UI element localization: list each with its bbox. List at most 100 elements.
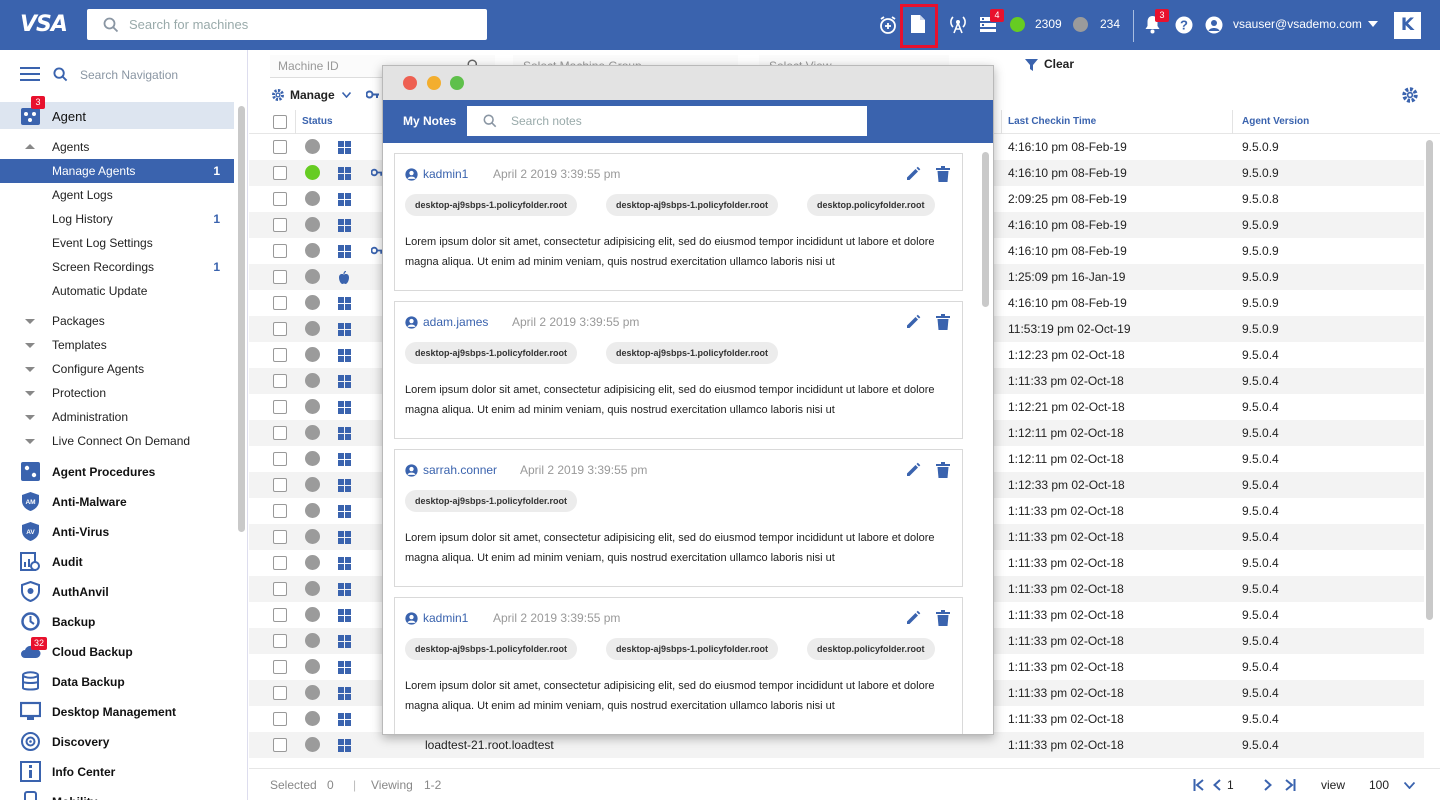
module-backup[interactable]: Backup xyxy=(0,607,234,637)
nav-item-event-log-settings[interactable]: Event Log Settings xyxy=(0,231,234,255)
notes-search-input[interactable] xyxy=(511,114,841,128)
note-card[interactable]: adam.james April 2 2019 3:39:55 pm desktop… xyxy=(394,301,963,439)
search-icon[interactable] xyxy=(53,67,68,82)
note-author[interactable]: sarrah.conner xyxy=(423,463,497,477)
delete-trash-icon[interactable] xyxy=(936,166,950,182)
machine-tag-chip[interactable]: desktop-aj9sbps-1.policyfolder.root xyxy=(606,342,779,364)
delete-trash-icon[interactable] xyxy=(936,314,950,330)
machine-tag-chip[interactable]: desktop-aj9sbps-1.policyfolder.root xyxy=(606,194,779,216)
row-checkbox[interactable] xyxy=(273,582,287,596)
row-checkbox[interactable] xyxy=(273,660,287,674)
note-card[interactable]: sarrah.conner April 2 2019 3:39:55 pm desk… xyxy=(394,449,963,587)
row-checkbox[interactable] xyxy=(273,452,287,466)
row-checkbox[interactable] xyxy=(273,426,287,440)
nav-item-agent-logs[interactable]: Agent Logs xyxy=(0,183,234,207)
row-checkbox[interactable] xyxy=(273,270,287,284)
module-anti-malware[interactable]: AM Anti-Malware xyxy=(0,487,234,517)
manage-menu-button[interactable]: Manage xyxy=(290,88,335,102)
column-header-last-checkin[interactable]: Last Checkin Time xyxy=(1008,116,1096,127)
module-desktop-management[interactable]: Desktop Management xyxy=(0,697,234,727)
row-checkbox[interactable] xyxy=(273,140,287,154)
username-label[interactable]: vsauser@vsademo.com xyxy=(1233,17,1362,31)
nav-folder-administration[interactable]: Administration xyxy=(0,405,234,429)
module-anti-virus[interactable]: AV Anti-Virus xyxy=(0,517,234,547)
grid-scrollbar[interactable] xyxy=(1426,140,1433,620)
filter-funnel-icon[interactable] xyxy=(1025,59,1038,72)
nav-item-log-history[interactable]: Log History 1 xyxy=(0,207,234,231)
window-close-button[interactable] xyxy=(403,76,417,90)
help-icon[interactable]: ? xyxy=(1175,16,1193,34)
row-checkbox[interactable] xyxy=(273,686,287,700)
user-avatar-icon[interactable] xyxy=(1205,16,1223,34)
nav-item-manage-agents[interactable]: Manage Agents 1 xyxy=(0,159,234,183)
sidebar-scrollbar[interactable] xyxy=(238,106,245,532)
machine-tag-chip[interactable]: desktop-aj9sbps-1.policyfolder.root xyxy=(405,194,578,216)
machine-tag-chip[interactable]: desktop-aj9sbps-1.policyfolder.root xyxy=(405,490,578,512)
machine-search[interactable] xyxy=(87,9,487,40)
clear-filters-button[interactable]: Clear xyxy=(1044,57,1074,71)
nav-folder-protection[interactable]: Protection xyxy=(0,381,234,405)
row-checkbox[interactable] xyxy=(273,400,287,414)
nav-item-automatic-update[interactable]: Automatic Update xyxy=(0,279,234,303)
first-page-icon[interactable] xyxy=(1193,779,1205,791)
module-authanvil[interactable]: AuthAnvil xyxy=(0,577,234,607)
kaseya-logo[interactable]: K xyxy=(1394,12,1421,39)
module-mobility[interactable]: Mobility xyxy=(0,787,234,800)
delete-trash-icon[interactable] xyxy=(936,462,950,478)
machine-tag-chip[interactable]: desktop-aj9sbps-1.policyfolder.root xyxy=(405,638,578,660)
row-checkbox[interactable] xyxy=(273,218,287,232)
row-checkbox[interactable] xyxy=(273,374,287,388)
note-card[interactable]: kadmin1 April 2 2019 3:39:55 pm desktop-aj… xyxy=(394,597,963,734)
chevron-down-icon[interactable] xyxy=(1404,782,1415,789)
table-row[interactable]: loadtest-21.root.loadtest 1:11:33 pm 02-O… xyxy=(249,732,1424,758)
delete-trash-icon[interactable] xyxy=(936,610,950,626)
nav-folder-configure-agents[interactable]: Configure Agents xyxy=(0,357,234,381)
edit-pencil-icon[interactable] xyxy=(905,166,921,182)
column-header-status[interactable]: Status xyxy=(302,116,333,127)
machine-tag-chip[interactable]: desktop-aj9sbps-1.policyfolder.root xyxy=(405,342,578,364)
page-size-select[interactable]: 100 xyxy=(1369,778,1389,792)
module-discovery[interactable]: Discovery xyxy=(0,727,234,757)
notes-search[interactable] xyxy=(467,106,867,136)
machine-tag-chip[interactable]: desktop-aj9sbps-1.policyfolder.root xyxy=(606,638,779,660)
key-icon[interactable] xyxy=(366,90,380,99)
next-page-icon[interactable] xyxy=(1264,779,1272,791)
column-header-agent-version[interactable]: Agent Version xyxy=(1242,116,1309,127)
row-checkbox[interactable] xyxy=(273,634,287,648)
row-checkbox[interactable] xyxy=(273,712,287,726)
row-checkbox[interactable] xyxy=(273,530,287,544)
online-count[interactable]: 2309 xyxy=(1035,17,1062,31)
row-checkbox[interactable] xyxy=(273,608,287,622)
navigation-search-input[interactable]: Search Navigation xyxy=(80,68,178,82)
row-checkbox[interactable] xyxy=(273,192,287,206)
grid-settings-gear-icon[interactable] xyxy=(1401,86,1419,104)
offline-count[interactable]: 234 xyxy=(1100,17,1120,31)
row-checkbox[interactable] xyxy=(273,322,287,336)
select-all-checkbox[interactable] xyxy=(273,115,287,129)
edit-pencil-icon[interactable] xyxy=(905,314,921,330)
previous-page-icon[interactable] xyxy=(1213,779,1221,791)
edit-pencil-icon[interactable] xyxy=(905,610,921,626)
vsa-logo[interactable]: VSA xyxy=(20,12,68,37)
nav-folder-packages[interactable]: Packages xyxy=(0,309,234,333)
machine-tag-chip[interactable]: desktop.policyfolder.root xyxy=(807,638,935,660)
module-agent-procedures[interactable]: Agent Procedures xyxy=(0,457,234,487)
row-checkbox[interactable] xyxy=(273,244,287,258)
module-cloud-backup[interactable]: 32 Cloud Backup xyxy=(0,637,234,667)
machine-tag-chip[interactable]: desktop.policyfolder.root xyxy=(807,194,935,216)
module-data-backup[interactable]: Data Backup xyxy=(0,667,234,697)
notes-document-icon[interactable] xyxy=(910,14,926,34)
module-audit[interactable]: Audit xyxy=(0,547,234,577)
row-checkbox[interactable] xyxy=(273,478,287,492)
antenna-icon[interactable] xyxy=(948,14,968,34)
notes-scrollbar[interactable] xyxy=(982,152,989,307)
note-author[interactable]: kadmin1 xyxy=(423,611,468,625)
row-checkbox[interactable] xyxy=(273,504,287,518)
note-author[interactable]: kadmin1 xyxy=(423,167,468,181)
machine-name-cell[interactable]: loadtest-21.root.loadtest xyxy=(425,738,554,752)
note-card[interactable]: kadmin1 April 2 2019 3:39:55 pm desktop-aj… xyxy=(394,153,963,291)
last-page-icon[interactable] xyxy=(1284,779,1296,791)
module-agent[interactable]: 3 Agent xyxy=(0,96,234,129)
nav-folder-live-connect[interactable]: Live Connect On Demand xyxy=(0,429,234,453)
alarm-clock-icon[interactable] xyxy=(878,15,898,35)
